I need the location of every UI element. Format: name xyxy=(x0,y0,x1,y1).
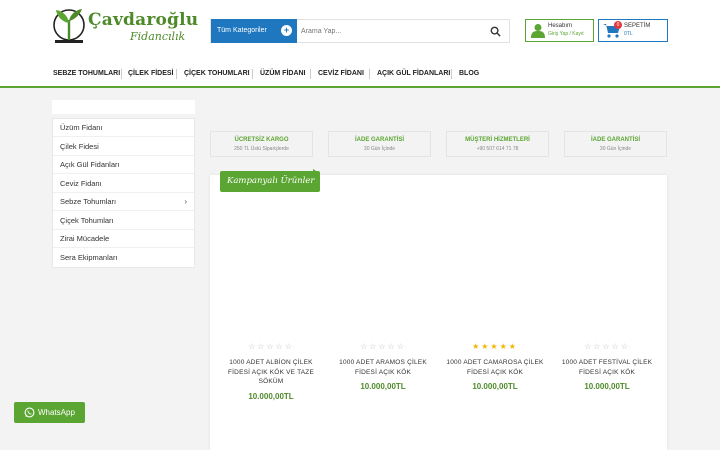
cart-button[interactable]: 0 SEPETİM 0TL xyxy=(598,19,668,42)
sidebar-item-cilek-fidesi[interactable]: Çilek Fidesi xyxy=(53,138,194,156)
product-price: 10.000,00TL xyxy=(248,391,294,401)
sidebar-item-label: Çilek Fidesi xyxy=(60,141,99,151)
category-sidebar: Üzüm Fidanı Çilek Fidesi Açık Gül Fidanl… xyxy=(52,118,195,268)
nav-item-cicek-tohumlari[interactable]: ÇİÇEK TOHUMLARI xyxy=(184,70,250,77)
nav-item-cilek-fidesi[interactable]: ÇİLEK FİDESİ xyxy=(128,70,174,77)
account-button[interactable]: Hesabım Giriş Yap / Kayıt xyxy=(525,19,594,42)
nav-item-uzum-fidani[interactable]: ÜZÜM FİDANI xyxy=(260,70,306,77)
nav-divider xyxy=(252,69,253,79)
whatsapp-icon xyxy=(24,407,35,418)
rating-stars: ☆☆☆☆☆ xyxy=(584,342,630,351)
sidebar-item-cicek-tohumlari[interactable]: Çiçek Tohumları xyxy=(53,212,194,230)
info-box-free-shipping: ÜCRETSİZ KARGO 250 TL Üstü Siparişlerde xyxy=(210,131,313,157)
plus-circle-icon: + xyxy=(281,25,292,36)
whatsapp-button[interactable]: WhatsApp xyxy=(14,402,85,423)
nav-item-ceviz-fidani[interactable]: CEVİZ FİDANI xyxy=(318,70,364,77)
sidebar-item-sebze-tohumlari[interactable]: Sebze Tohumları › xyxy=(53,193,194,211)
rating-stars: ☆☆☆☆☆ xyxy=(360,342,406,351)
nav-item-sebze-tohumlari[interactable]: SEBZE TOHUMLARI xyxy=(53,70,120,77)
sprout-logo-icon xyxy=(53,9,85,43)
rating-stars: ☆☆☆☆☆ xyxy=(248,342,294,351)
info-box-title: MÜŞTERİ HİZMETLERİ xyxy=(465,137,530,143)
info-box-subtitle: 250 TL Üstü Siparişlerde xyxy=(234,146,289,152)
cart-title: SEPETİM xyxy=(624,23,651,29)
info-box-return-guarantee: İADE GARANTİSİ 30 Gün İçinde xyxy=(564,131,667,157)
account-subtitle: Giriş Yap / Kayıt xyxy=(548,31,584,37)
sidebar-item-label: Ceviz Fidanı xyxy=(60,178,102,188)
sidebar-item-label: Sebze Tohumları xyxy=(60,197,117,206)
search-icon[interactable] xyxy=(490,26,501,37)
cart-total: 0TL xyxy=(624,31,633,37)
search-bar: Tüm Kategoriler + xyxy=(210,19,510,43)
sidebar-item-sera-ekipmanlari[interactable]: Sera Ekipmanları xyxy=(53,249,194,267)
product-name[interactable]: 1000 ADET CAMAROSA ÇİLEK FİDESİ AÇIK KÖK xyxy=(445,358,545,377)
campaign-products-panel xyxy=(210,175,667,450)
whatsapp-label: WhatsApp xyxy=(38,408,75,417)
logo-name: Çavdaroğlu xyxy=(88,10,199,30)
product-name[interactable]: 1000 ADET ARAMOS ÇİLEK FİDESİ AÇIK KÖK xyxy=(333,358,433,377)
campaign-title: Kampanyalı Ürünler xyxy=(220,171,320,192)
rating-stars: ★★★★★ xyxy=(472,342,518,351)
info-box-return-guarantee: İADE GARANTİSİ 30 Gün İçinde xyxy=(328,131,431,157)
product-price: 10.000,00TL xyxy=(472,382,518,391)
nav-item-acik-gul-fidanlari[interactable]: AÇIK GÜL FİDANLARI xyxy=(377,70,450,77)
product-price: 10.000,00TL xyxy=(584,382,630,391)
info-box-subtitle: 30 Gün İçinde xyxy=(363,146,396,152)
sidebar-item-label: Sera Ekipmanları xyxy=(60,252,118,262)
nav-divider xyxy=(310,69,311,79)
chevron-right-icon: › xyxy=(184,197,187,206)
sidebar-item-ceviz-fidani[interactable]: Ceviz Fidanı xyxy=(53,175,194,193)
info-box-title: ÜCRETSİZ KARGO xyxy=(234,137,289,143)
account-title: Hesabım xyxy=(548,23,573,29)
product-card[interactable]: ☆☆☆☆☆ 1000 ADET ARAMOS ÇİLEK FİDESİ AÇIK… xyxy=(333,342,433,391)
sidebar-item-zirai-mucadele[interactable]: Zirai Mücadele xyxy=(53,230,194,248)
main-nav: SEBZE TOHUMLARI ÇİLEK FİDESİ ÇİÇEK TOHUM… xyxy=(0,60,720,88)
product-card[interactable]: ★★★★★ 1000 ADET CAMAROSA ÇİLEK FİDESİ AÇ… xyxy=(445,342,545,391)
sidebar-item-label: Zirai Mücadele xyxy=(60,234,110,243)
search-input[interactable] xyxy=(301,23,481,39)
info-box-customer-service: MÜŞTERİ HİZMETLERİ +90 507 614 71 78 xyxy=(446,131,549,157)
info-box-title: İADE GARANTİSİ xyxy=(354,137,404,143)
product-card[interactable]: ☆☆☆☆☆ 1000 ADET ALBİON ÇİLEK FİDESİ AÇIK… xyxy=(221,342,321,401)
info-box-subtitle: 30 Gün İçinde xyxy=(599,146,632,152)
sidebar-item-uzum-fidani[interactable]: Üzüm Fidanı xyxy=(53,119,194,137)
product-name[interactable]: 1000 ADET ALBİON ÇİLEK FİDESİ AÇIK KÖK V… xyxy=(221,358,321,387)
user-icon xyxy=(531,24,545,38)
logo[interactable]: Çavdaroğlu Fidancılık xyxy=(52,6,198,50)
product-name[interactable]: 1000 ADET FESTİVAL ÇİLEK FİDESİ AÇIK KÖK xyxy=(557,358,657,377)
category-select-label: Tüm Kategoriler xyxy=(217,27,267,34)
info-box-title: İADE GARANTİSİ xyxy=(590,137,640,143)
nav-divider xyxy=(451,69,452,79)
nav-divider xyxy=(121,69,122,79)
sidebar-item-acik-gul-fidanlari[interactable]: Açık Gül Fidanları xyxy=(53,156,194,174)
nav-divider xyxy=(176,69,177,79)
nav-item-blog[interactable]: BLOG xyxy=(459,70,479,77)
product-card[interactable]: ☆☆☆☆☆ 1000 ADET FESTİVAL ÇİLEK FİDESİ AÇ… xyxy=(557,342,657,391)
cart-count-badge: 0 xyxy=(614,21,622,29)
product-price: 10.000,00TL xyxy=(360,382,406,391)
sidebar-item-label: Üzüm Fidanı xyxy=(60,123,103,132)
category-select[interactable]: Tüm Kategoriler + xyxy=(211,19,297,43)
nav-divider xyxy=(369,69,370,79)
sidebar-item-label: Çiçek Tohumları xyxy=(60,215,114,225)
info-box-subtitle: +90 507 614 71 78 xyxy=(476,146,519,152)
logo-tagline: Fidancılık xyxy=(130,30,186,43)
sidebar-item-label: Açık Gül Fidanları xyxy=(60,160,120,169)
site-header: Çavdaroğlu Fidancılık Tüm Kategoriler + … xyxy=(0,0,720,60)
sidebar-header xyxy=(52,100,195,114)
